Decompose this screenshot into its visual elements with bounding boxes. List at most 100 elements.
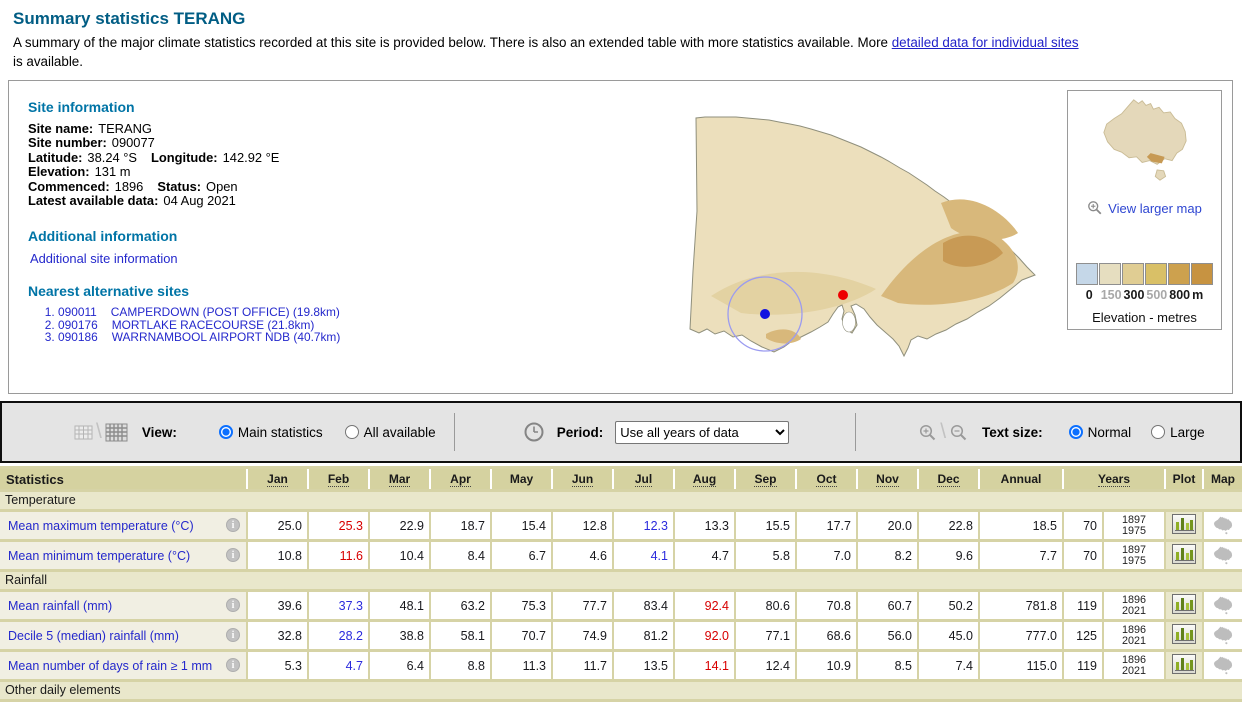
site-information-fields: Site name:TERANGSite number:090077Latitu… xyxy=(28,122,468,208)
years-count-cell: 119 xyxy=(1062,652,1102,679)
stat-value-cell: 83.4 xyxy=(612,592,673,619)
map-icon[interactable] xyxy=(1212,596,1234,615)
stat-value-cell: 25.0 xyxy=(246,512,307,539)
elevation-legend-labels: 0150300500800m xyxy=(1068,288,1221,302)
capital-city-dot xyxy=(838,290,848,300)
stat-value-cell: 38.8 xyxy=(368,622,429,649)
zoom-out-icon[interactable] xyxy=(949,423,968,442)
plot-icon[interactable] xyxy=(1172,544,1196,564)
stat-value-cell: 11.3 xyxy=(490,652,551,679)
stat-value-cell: 11.6 xyxy=(307,542,368,569)
stat-value-cell: 10.9 xyxy=(795,652,856,679)
annual-value-cell: 777.0 xyxy=(978,622,1062,649)
field-label: Site name: xyxy=(28,121,93,136)
years-range-cell: 18971975 xyxy=(1102,512,1164,539)
additional-information-heading: Additional information xyxy=(28,228,468,244)
field-value: 090077 xyxy=(112,135,155,150)
view-larger-map-link[interactable]: View larger map xyxy=(1087,200,1202,216)
detailed-data-link[interactable]: detailed data for individual sites xyxy=(892,35,1079,50)
years-count-cell: 125 xyxy=(1062,622,1102,649)
stat-value-cell: 8.8 xyxy=(429,652,490,679)
radio-all-available[interactable] xyxy=(345,425,359,439)
map-icon[interactable] xyxy=(1212,546,1234,565)
radio-main-statistics-label: Main statistics xyxy=(238,425,323,440)
plot-icon[interactable] xyxy=(1172,514,1196,534)
stat-value-cell: 17.7 xyxy=(795,512,856,539)
statistic-link[interactable]: Mean rainfall (mm) xyxy=(8,599,112,613)
field-value: 38.24 °S xyxy=(87,150,137,165)
info-icon[interactable]: i xyxy=(226,598,240,612)
stat-value-cell: 77.1 xyxy=(734,622,795,649)
map-icon[interactable] xyxy=(1212,516,1234,535)
field-label: Latitude: xyxy=(28,150,82,165)
nearest-site-link[interactable]: 090186WARRNAMBOOL AIRPORT NDB (40.7km) xyxy=(58,330,340,344)
map-icon[interactable] xyxy=(1212,656,1234,675)
stat-value-cell: 18.7 xyxy=(429,512,490,539)
period-select[interactable]: Use all years of data xyxy=(615,421,789,444)
info-icon[interactable]: i xyxy=(226,658,240,672)
stat-value-cell: 14.1 xyxy=(673,652,734,679)
map-header: Map xyxy=(1202,469,1242,489)
plot-icon[interactable] xyxy=(1172,654,1196,674)
stat-value-cell: 5.8 xyxy=(734,542,795,569)
elevation-swatch xyxy=(1076,263,1098,285)
large-table-view-icon[interactable] xyxy=(105,423,128,442)
elevation-swatch xyxy=(1099,263,1121,285)
annual-header: Annual xyxy=(978,469,1062,489)
stat-value-cell: 12.4 xyxy=(734,652,795,679)
period-label: Period: xyxy=(557,425,604,440)
plot-header: Plot xyxy=(1164,469,1202,489)
years-count-cell: 70 xyxy=(1062,542,1102,569)
stat-value-cell: 56.0 xyxy=(856,622,917,649)
stat-value-cell: 8.4 xyxy=(429,542,490,569)
info-icon[interactable]: i xyxy=(226,628,240,642)
map-icon[interactable] xyxy=(1212,626,1234,645)
statistic-link[interactable]: Mean maximum temperature (°C) xyxy=(8,519,194,533)
field-label: Commenced: xyxy=(28,179,110,194)
stat-value-cell: 39.6 xyxy=(246,592,307,619)
statistics-header: Statistics xyxy=(0,469,246,489)
icon-separator: \ xyxy=(96,420,102,444)
small-table-view-icon[interactable] xyxy=(74,425,93,440)
plot-icon[interactable] xyxy=(1172,594,1196,614)
statistic-link[interactable]: Mean minimum temperature (°C) xyxy=(8,549,190,563)
statistic-link[interactable]: Decile 5 (median) rainfall (mm) xyxy=(8,629,179,643)
radio-main-statistics[interactable] xyxy=(219,425,233,439)
month-header: Aug xyxy=(673,469,734,489)
info-icon[interactable]: i xyxy=(226,548,240,562)
stat-value-cell: 77.7 xyxy=(551,592,612,619)
intro-after: is available. xyxy=(13,54,83,69)
radio-text-large[interactable] xyxy=(1151,425,1165,439)
stat-value-cell: 75.3 xyxy=(490,592,551,619)
additional-site-information-link[interactable]: Additional site information xyxy=(30,251,178,266)
stat-value-cell: 68.6 xyxy=(795,622,856,649)
table-row: Decile 5 (median) rainfall (mm)i32.828.2… xyxy=(0,622,1242,649)
field-value: 142.92 °E xyxy=(223,150,280,165)
zoom-in-icon[interactable] xyxy=(918,423,937,442)
table-row: Mean minimum temperature (°C)i10.811.610… xyxy=(0,542,1242,569)
table-header-row: Statistics JanFebMarAprMayJunJulAugSepOc… xyxy=(0,469,1242,489)
field-value: 1896 xyxy=(115,179,144,194)
years-count-cell: 119 xyxy=(1062,592,1102,619)
info-icon[interactable]: i xyxy=(226,518,240,532)
statistic-link[interactable]: Mean number of days of rain ≥ 1 mm xyxy=(8,659,212,673)
site-information-heading: Site information xyxy=(28,99,468,115)
map-cell xyxy=(1202,622,1242,649)
field-label: Site number: xyxy=(28,135,107,150)
stat-value-cell: 22.9 xyxy=(368,512,429,539)
stat-value-cell: 6.7 xyxy=(490,542,551,569)
stat-value-cell: 92.4 xyxy=(673,592,734,619)
view-label: View: xyxy=(142,425,177,440)
field-value: Open xyxy=(206,179,238,194)
plot-icon[interactable] xyxy=(1172,624,1196,644)
radio-text-normal[interactable] xyxy=(1069,425,1083,439)
australia-mini-map xyxy=(1093,97,1197,183)
elevation-scale-label: m xyxy=(1192,288,1203,302)
site-location-dot xyxy=(760,309,770,319)
stat-value-cell: 5.3 xyxy=(246,652,307,679)
intro-before: A summary of the major climate statistic… xyxy=(13,35,892,50)
elevation-scale-label: 300 xyxy=(1124,288,1145,302)
stat-value-cell: 8.5 xyxy=(856,652,917,679)
stat-value-cell: 70.7 xyxy=(490,622,551,649)
stat-value-cell: 4.7 xyxy=(307,652,368,679)
